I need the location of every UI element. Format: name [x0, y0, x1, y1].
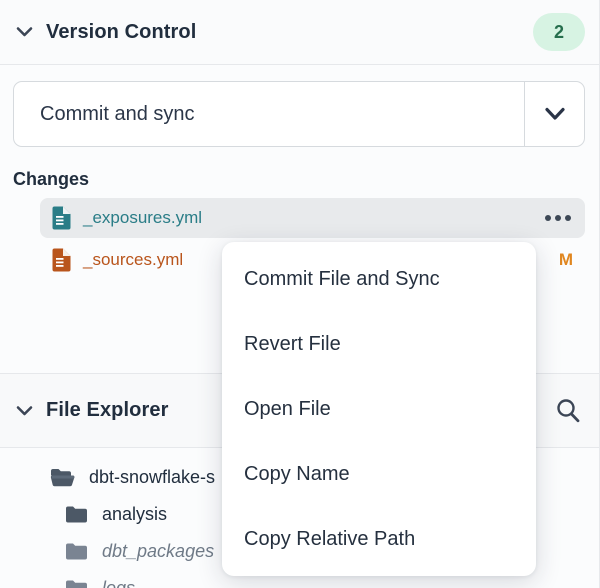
folder-icon — [65, 542, 88, 561]
menu-item-open-file[interactable]: Open File — [222, 377, 536, 442]
menu-item-commit-file-and-sync[interactable]: Commit File and Sync — [222, 247, 536, 312]
menu-item-copy-name[interactable]: Copy Name — [222, 442, 536, 507]
file-icon — [52, 206, 71, 230]
changed-file-row-exposures[interactable]: _exposures.yml — [40, 198, 585, 238]
file-actions-ellipsis-button[interactable] — [543, 211, 573, 225]
chevron-down-icon — [16, 405, 33, 417]
commit-action-value: Commit and sync — [14, 82, 524, 146]
version-control-title: Version Control — [46, 21, 196, 44]
commit-action-caret-button[interactable] — [524, 82, 584, 146]
changes-label: Changes — [13, 169, 89, 190]
tree-item-label: dbt-snowflake-s — [89, 467, 215, 488]
tree-item-label: analysis — [102, 504, 167, 525]
changes-count-badge: 2 — [533, 13, 585, 51]
version-control-section-header[interactable]: Version Control 2 — [0, 0, 599, 65]
folder-icon — [65, 579, 88, 588]
menu-item-copy-relative-path[interactable]: Copy Relative Path — [222, 507, 536, 572]
commit-action-dropdown[interactable]: Commit and sync — [13, 81, 585, 147]
file-icon — [52, 248, 71, 272]
folder-open-icon — [50, 468, 75, 488]
menu-item-revert-file[interactable]: Revert File — [222, 312, 536, 377]
file-explorer-title: File Explorer — [46, 399, 168, 422]
file-context-menu: Commit File and Sync Revert File Open Fi… — [222, 242, 536, 576]
tree-item-label: dbt_packages — [102, 541, 214, 562]
search-icon — [555, 397, 581, 424]
search-button[interactable] — [553, 395, 583, 426]
chevron-down-icon — [16, 26, 33, 38]
version-control-panel: Version Control 2 Commit and sync Change… — [0, 0, 600, 588]
folder-icon — [65, 505, 88, 524]
tree-item-label: logs — [102, 578, 135, 588]
changed-file-name: _exposures.yml — [83, 208, 202, 228]
chevron-down-icon — [544, 107, 566, 121]
modified-status-badge: M — [559, 250, 573, 270]
changed-file-name: _sources.yml — [83, 250, 183, 270]
